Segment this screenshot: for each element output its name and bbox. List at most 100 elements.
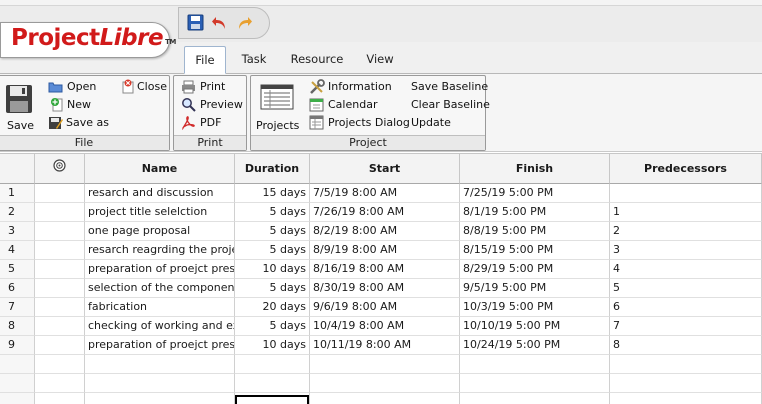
preview-button[interactable]: Preview <box>200 98 243 111</box>
finish-cell[interactable]: 10/24/19 5:00 PM <box>460 336 610 355</box>
open-button[interactable]: Open <box>67 80 96 93</box>
finish-cell[interactable]: 10/10/19 5:00 PM <box>460 317 610 336</box>
save-as-button[interactable]: Save as <box>66 116 109 129</box>
duration-cell[interactable] <box>235 355 310 374</box>
tab-file[interactable]: File <box>184 46 226 74</box>
duration-column-header[interactable]: Duration <box>235 153 310 184</box>
indicator-cell[interactable] <box>35 279 85 298</box>
finish-cell[interactable] <box>460 393 610 404</box>
predecessors-cell[interactable]: 2 <box>610 222 762 241</box>
indicator-cell[interactable] <box>35 336 85 355</box>
information-button[interactable]: Information <box>328 80 392 93</box>
task-name-cell[interactable]: project title selelction <box>85 203 235 222</box>
duration-cell[interactable]: 5 days <box>235 279 310 298</box>
start-cell[interactable]: 10/11/19 8:00 AM <box>310 336 460 355</box>
finish-cell[interactable]: 10/3/19 5:00 PM <box>460 298 610 317</box>
indicator-cell[interactable] <box>35 317 85 336</box>
indicator-cell[interactable] <box>35 374 85 393</box>
finish-cell[interactable]: 8/29/19 5:00 PM <box>460 260 610 279</box>
start-cell[interactable]: 10/4/19 8:00 AM <box>310 317 460 336</box>
task-name-cell[interactable]: resarch and discussion <box>85 184 235 203</box>
duration-cell[interactable]: 5 days <box>235 203 310 222</box>
task-name-cell[interactable]: preparation of proejct preser <box>85 336 235 355</box>
undo-arrow-icon[interactable] <box>211 14 229 32</box>
predecessors-cell[interactable]: 3 <box>610 241 762 260</box>
predecessors-cell[interactable] <box>610 355 762 374</box>
finish-cell[interactable] <box>460 374 610 393</box>
predecessors-cell[interactable] <box>610 393 762 404</box>
finish-cell[interactable]: 8/8/19 5:00 PM <box>460 222 610 241</box>
indicator-cell[interactable] <box>35 393 85 404</box>
start-column-header[interactable]: Start <box>310 153 460 184</box>
task-name-cell[interactable]: fabrication <box>85 298 235 317</box>
finish-cell[interactable]: 9/5/19 5:00 PM <box>460 279 610 298</box>
duration-cell[interactable]: 20 days <box>235 298 310 317</box>
predecessors-cell[interactable]: 7 <box>610 317 762 336</box>
projects-dialog-button[interactable]: Projects Dialog <box>328 116 410 129</box>
start-cell[interactable]: 7/5/19 8:00 AM <box>310 184 460 203</box>
save-baseline-button[interactable]: Save Baseline <box>411 80 488 93</box>
task-name-cell[interactable]: selection of the components <box>85 279 235 298</box>
row-number <box>0 393 35 404</box>
clear-baseline-button[interactable]: Clear Baseline <box>411 98 490 111</box>
update-button[interactable]: Update <box>411 116 451 129</box>
predecessors-cell[interactable]: 4 <box>610 260 762 279</box>
predecessors-cell[interactable]: 8 <box>610 336 762 355</box>
predecessors-cell[interactable] <box>610 374 762 393</box>
predecessors-cell[interactable] <box>610 184 762 203</box>
duration-cell[interactable]: 10 days <box>235 260 310 279</box>
finish-column-header[interactable]: Finish <box>460 153 610 184</box>
task-name-cell[interactable]: checking of working and expe <box>85 317 235 336</box>
task-name-cell[interactable]: preparation of proejct preser <box>85 260 235 279</box>
duration-cell[interactable]: 5 days <box>235 241 310 260</box>
indicators-header[interactable] <box>35 153 85 184</box>
floppy-disk-icon[interactable] <box>187 14 205 32</box>
start-cell[interactable] <box>310 355 460 374</box>
indicator-cell[interactable] <box>35 260 85 279</box>
task-name-cell[interactable] <box>85 374 235 393</box>
save-button[interactable]: Save <box>7 119 34 132</box>
finish-cell[interactable] <box>460 355 610 374</box>
indicator-cell[interactable] <box>35 355 85 374</box>
indicator-cell[interactable] <box>35 298 85 317</box>
new-button[interactable]: New <box>67 98 91 111</box>
predecessors-cell[interactable]: 5 <box>610 279 762 298</box>
duration-cell[interactable]: 10 days <box>235 336 310 355</box>
indicator-cell[interactable] <box>35 222 85 241</box>
redo-arrow-icon[interactable] <box>235 14 253 32</box>
task-name-cell[interactable]: resarch reagrding the projec <box>85 241 235 260</box>
predecessors-column-header[interactable]: Predecessors <box>610 153 762 184</box>
start-cell[interactable]: 8/2/19 8:00 AM <box>310 222 460 241</box>
task-name-cell[interactable]: one page proposal <box>85 222 235 241</box>
duration-cell[interactable]: 5 days <box>235 222 310 241</box>
close-button[interactable]: Close <box>137 80 167 93</box>
duration-cell[interactable] <box>235 374 310 393</box>
finish-cell[interactable]: 8/1/19 5:00 PM <box>460 203 610 222</box>
start-cell[interactable]: 9/6/19 8:00 AM <box>310 298 460 317</box>
calendar-button[interactable]: Calendar <box>328 98 377 111</box>
projects-button[interactable]: Projects <box>256 119 299 132</box>
start-cell[interactable]: 8/9/19 8:00 AM <box>310 241 460 260</box>
print-button[interactable]: Print <box>200 80 225 93</box>
predecessors-cell[interactable]: 1 <box>610 203 762 222</box>
start-cell[interactable] <box>310 393 460 404</box>
tab-view[interactable]: View <box>360 46 400 74</box>
finish-cell[interactable]: 8/15/19 5:00 PM <box>460 241 610 260</box>
start-cell[interactable]: 8/16/19 8:00 AM <box>310 260 460 279</box>
start-cell[interactable]: 8/30/19 8:00 AM <box>310 279 460 298</box>
indicator-cell[interactable] <box>35 241 85 260</box>
name-column-header[interactable]: Name <box>85 153 235 184</box>
indicator-cell[interactable] <box>35 203 85 222</box>
duration-cell[interactable]: 5 days <box>235 317 310 336</box>
tab-task[interactable]: Task <box>234 46 274 74</box>
finish-cell[interactable]: 7/25/19 5:00 PM <box>460 184 610 203</box>
task-name-cell[interactable] <box>85 393 235 404</box>
predecessors-cell[interactable]: 6 <box>610 298 762 317</box>
duration-cell[interactable]: 15 days <box>235 184 310 203</box>
tab-resource[interactable]: Resource <box>286 46 348 74</box>
start-cell[interactable] <box>310 374 460 393</box>
pdf-button[interactable]: PDF <box>200 116 221 129</box>
start-cell[interactable]: 7/26/19 8:00 AM <box>310 203 460 222</box>
task-name-cell[interactable] <box>85 355 235 374</box>
indicator-cell[interactable] <box>35 184 85 203</box>
